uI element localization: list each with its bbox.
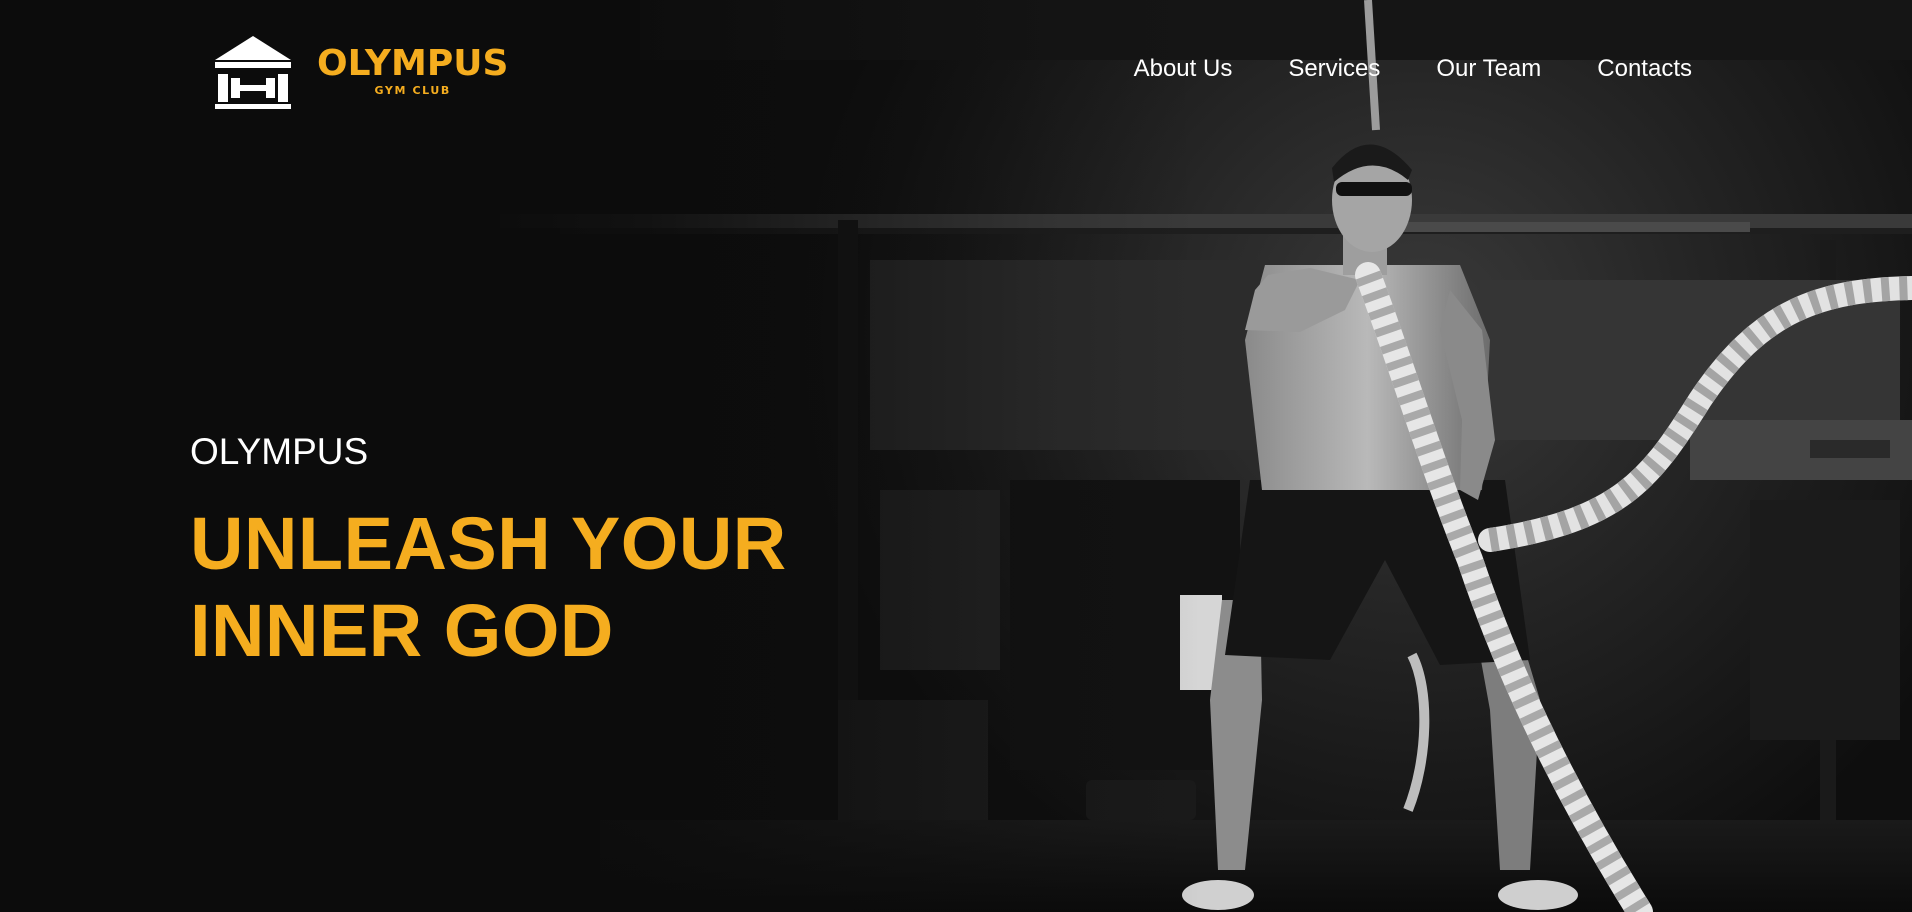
- brand-logo-link[interactable]: OLYMPUS GYM CLUB: [213, 34, 508, 110]
- main-navigation: About Us Services Our Team Contacts: [1134, 53, 1692, 85]
- temple-barbell-icon: [215, 36, 291, 109]
- hero-heading-line-2: INNER GOD: [190, 589, 614, 672]
- brand-tagline: GYM CLUB: [374, 84, 451, 97]
- nav-link-our-team[interactable]: Our Team: [1436, 53, 1541, 85]
- nav-link-about-us[interactable]: About Us: [1134, 53, 1233, 85]
- site-header: OLYMPUS GYM CLUB About Us Services Our T…: [0, 0, 1912, 140]
- landing-page: OLYMPUS GYM CLUB About Us Services Our T…: [0, 0, 1912, 912]
- brand-wordmark: OLYMPUS GYM CLUB: [317, 46, 508, 98]
- nav-link-services[interactable]: Services: [1288, 53, 1380, 85]
- nav-link-contacts[interactable]: Contacts: [1597, 53, 1692, 85]
- hero-section: OLYMPUS UNLEASH YOUR INNER GOD: [190, 430, 787, 674]
- hero-eyebrow: OLYMPUS: [190, 431, 369, 472]
- brand-name: OLYMPUS: [317, 43, 509, 84]
- hero-heading: UNLEASH YOUR INNER GOD: [190, 500, 787, 674]
- hero-heading-line-1: UNLEASH YOUR: [190, 502, 787, 585]
